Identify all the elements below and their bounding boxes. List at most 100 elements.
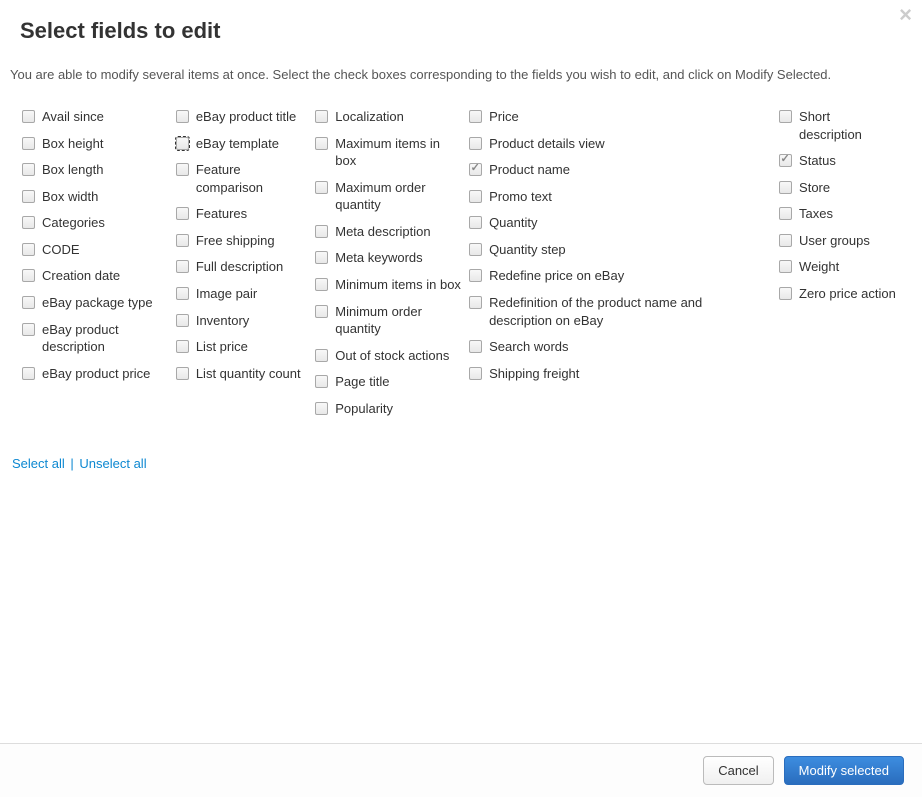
field-label[interactable]: User groups [799, 232, 878, 250]
checkbox-page-title[interactable] [315, 375, 328, 388]
field-label[interactable]: eBay product title [196, 108, 304, 126]
field-label[interactable]: Maximum order quantity [335, 179, 469, 214]
field-label[interactable]: Short description [799, 108, 904, 143]
checkbox-popularity[interactable] [315, 402, 328, 415]
field-label[interactable]: List quantity count [196, 365, 309, 383]
field-label[interactable]: Out of stock actions [335, 347, 457, 365]
field-row-promo-text: Promo text [469, 188, 719, 206]
checkbox-box-length[interactable] [22, 163, 35, 176]
checkbox-ebay-package-type[interactable] [22, 296, 35, 309]
field-label[interactable]: Avail since [42, 108, 112, 126]
field-label[interactable]: Taxes [799, 205, 841, 223]
field-label[interactable]: Weight [799, 258, 847, 276]
field-label[interactable]: Meta description [335, 223, 438, 241]
field-label[interactable]: Shipping freight [489, 365, 587, 383]
checkbox-maximum-items-in-box[interactable] [315, 137, 328, 150]
field-label[interactable]: Full description [196, 258, 291, 276]
field-label[interactable]: Feature comparison [196, 161, 315, 196]
checkbox-minimum-order-quantity[interactable] [315, 305, 328, 318]
checkbox-store[interactable] [779, 181, 792, 194]
checkbox-taxes[interactable] [779, 207, 792, 220]
field-label[interactable]: Meta keywords [335, 249, 430, 267]
field-label[interactable]: Box height [42, 135, 111, 153]
field-label[interactable]: Redefinition of the product name and des… [489, 294, 719, 329]
field-label[interactable]: Popularity [335, 400, 401, 418]
checkbox-categories[interactable] [22, 216, 35, 229]
field-label[interactable]: CODE [42, 241, 88, 259]
field-label[interactable]: eBay product price [42, 365, 158, 383]
checkbox-list-quantity-count[interactable] [176, 367, 189, 380]
field-label[interactable]: Categories [42, 214, 113, 232]
checkbox-meta-keywords[interactable] [315, 251, 328, 264]
close-icon[interactable]: × [899, 4, 912, 26]
checkbox-box-width[interactable] [22, 190, 35, 203]
unselect-all-link[interactable]: Unselect all [79, 456, 146, 471]
checkbox-minimum-items-in-box[interactable] [315, 278, 328, 291]
field-label[interactable]: Price [489, 108, 527, 126]
field-label[interactable]: Box width [42, 188, 106, 206]
checkbox-status[interactable] [779, 154, 792, 167]
field-label[interactable]: eBay package type [42, 294, 161, 312]
field-label[interactable]: Features [196, 205, 255, 223]
field-label[interactable]: Search words [489, 338, 576, 356]
checkbox-ebay-product-title[interactable] [176, 110, 189, 123]
checkbox-quantity-step[interactable] [469, 243, 482, 256]
checkbox-features[interactable] [176, 207, 189, 220]
field-label[interactable]: Redefine price on eBay [489, 267, 632, 285]
field-label[interactable]: eBay product description [42, 321, 176, 356]
checkbox-image-pair[interactable] [176, 287, 189, 300]
checkbox-full-description[interactable] [176, 260, 189, 273]
checkbox-redefine-price-on-ebay[interactable] [469, 269, 482, 282]
field-label[interactable]: Promo text [489, 188, 560, 206]
field-label[interactable]: Localization [335, 108, 412, 126]
field-label[interactable]: Box length [42, 161, 111, 179]
field-label[interactable]: Zero price action [799, 285, 904, 303]
field-label[interactable]: Product details view [489, 135, 613, 153]
checkbox-meta-description[interactable] [315, 225, 328, 238]
checkbox-box-height[interactable] [22, 137, 35, 150]
checkbox-user-groups[interactable] [779, 234, 792, 247]
modify-selected-button[interactable]: Modify selected [784, 756, 904, 785]
field-label[interactable]: Quantity step [489, 241, 574, 259]
checkbox-avail-since[interactable] [22, 110, 35, 123]
field-label[interactable]: Maximum items in box [335, 135, 469, 170]
field-label[interactable]: Minimum items in box [335, 276, 469, 294]
field-label[interactable]: Image pair [196, 285, 265, 303]
checkbox-redefinition-of-product-name-and-description-on-ebay[interactable] [469, 296, 482, 309]
checkbox-search-words[interactable] [469, 340, 482, 353]
checkbox-weight[interactable] [779, 260, 792, 273]
field-label[interactable]: Minimum order quantity [335, 303, 469, 338]
checkbox-product-details-view[interactable] [469, 137, 482, 150]
checkbox-list-price[interactable] [176, 340, 189, 353]
checkbox-short-description[interactable] [779, 110, 792, 123]
field-label[interactable]: Product name [489, 161, 578, 179]
select-all-link[interactable]: Select all [12, 456, 65, 471]
checkbox-out-of-stock-actions[interactable] [315, 349, 328, 362]
checkbox-localization[interactable] [315, 110, 328, 123]
field-label[interactable]: Store [799, 179, 838, 197]
cancel-button[interactable]: Cancel [703, 756, 773, 785]
checkbox-zero-price-action[interactable] [779, 287, 792, 300]
checkbox-ebay-template[interactable] [176, 137, 189, 150]
checkbox-creation-date[interactable] [22, 269, 35, 282]
checkbox-code[interactable] [22, 243, 35, 256]
checkbox-ebay-product-description[interactable] [22, 323, 35, 336]
checkbox-shipping-freight[interactable] [469, 367, 482, 380]
checkbox-promo-text[interactable] [469, 190, 482, 203]
field-label[interactable]: eBay template [196, 135, 287, 153]
checkbox-feature-comparison[interactable] [176, 163, 189, 176]
field-label[interactable]: Status [799, 152, 844, 170]
field-label[interactable]: Inventory [196, 312, 257, 330]
checkbox-ebay-product-price[interactable] [22, 367, 35, 380]
checkbox-free-shipping[interactable] [176, 234, 189, 247]
checkbox-price[interactable] [469, 110, 482, 123]
checkbox-maximum-order-quantity[interactable] [315, 181, 328, 194]
field-label[interactable]: Creation date [42, 267, 128, 285]
field-label[interactable]: List price [196, 338, 256, 356]
field-label[interactable]: Quantity [489, 214, 545, 232]
field-label[interactable]: Free shipping [196, 232, 283, 250]
field-label[interactable]: Page title [335, 373, 397, 391]
checkbox-quantity[interactable] [469, 216, 482, 229]
checkbox-inventory[interactable] [176, 314, 189, 327]
checkbox-product-name[interactable] [469, 163, 482, 176]
